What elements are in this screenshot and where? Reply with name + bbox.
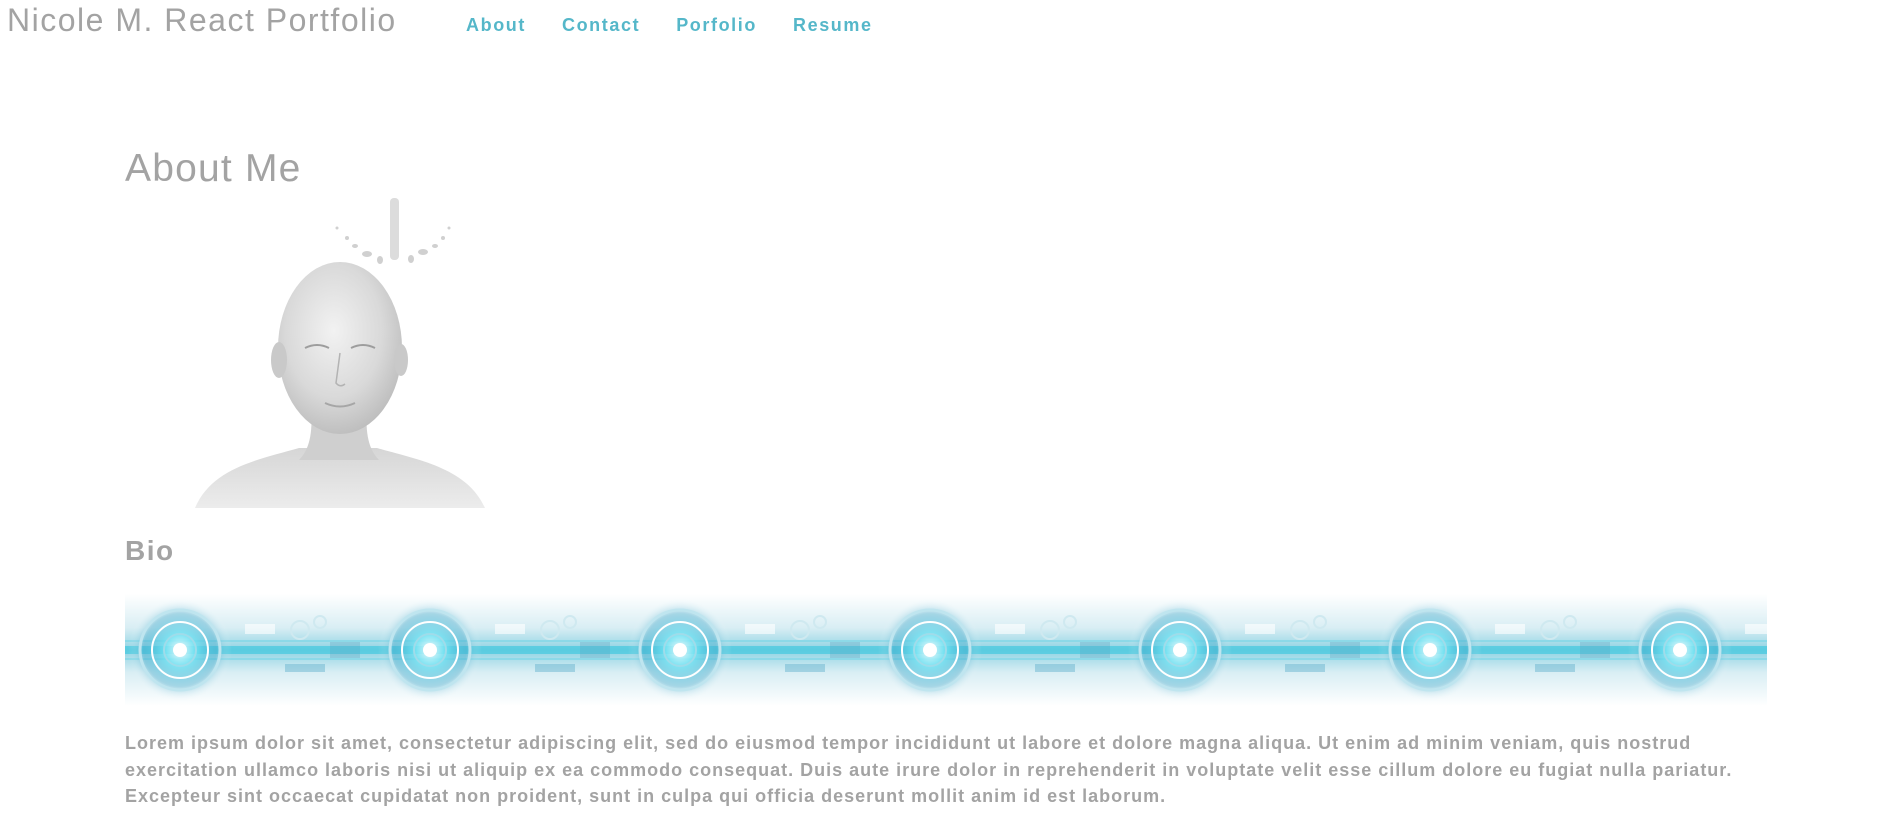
tech-circuit-icon (125, 594, 1767, 706)
nav-link-about[interactable]: About (466, 14, 526, 36)
about-section: About Me Bio Lorem ipsum dolor sit amet,… (125, 146, 1767, 806)
tech-banner-image (125, 594, 1767, 706)
bio-heading: Bio (125, 535, 175, 566)
sculpted-head-icon (195, 198, 485, 508)
nav-link-contact[interactable]: Contact (562, 14, 640, 36)
main-nav: About Contact Porfolio Resume (466, 14, 909, 36)
nav-link-portfolio[interactable]: Porfolio (676, 14, 757, 36)
page-title: About Me (125, 147, 302, 190)
site-title[interactable]: Nicole M. React Portfolio (7, 0, 397, 40)
page: Nicole M. React Portfolio About Contact … (0, 0, 1888, 837)
nav-link-resume[interactable]: Resume (793, 14, 873, 36)
portrait-image (187, 198, 487, 508)
bio-paragraph: Lorem ipsum dolor sit amet, consectetur … (125, 733, 1733, 807)
site-header: Nicole M. React Portfolio About Contact … (0, 0, 1888, 48)
